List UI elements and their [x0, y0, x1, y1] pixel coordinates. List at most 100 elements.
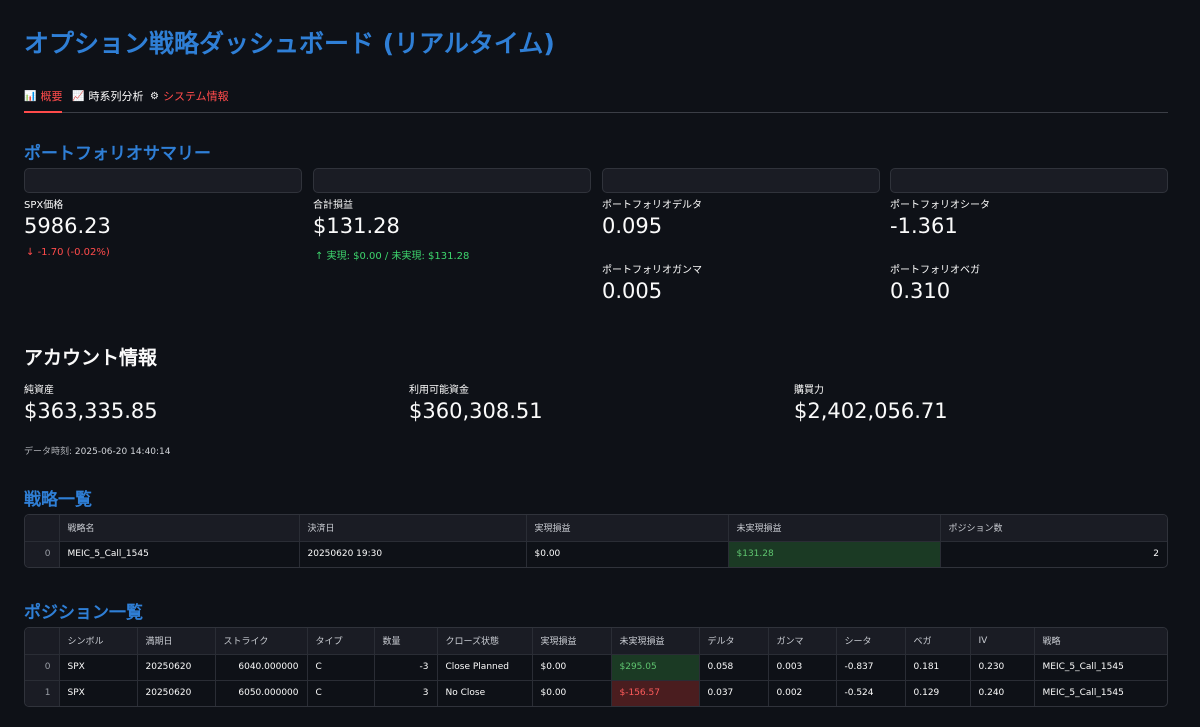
column-header[interactable]: ガンマ — [768, 628, 837, 655]
line-chart-icon: 📈 — [72, 90, 85, 102]
column-header[interactable]: シータ — [836, 628, 906, 655]
table-row[interactable]: 0 MEIC_5_Call_1545 20250620 19:30 $0.00 … — [25, 541, 1167, 567]
table-cell: 0.058 — [699, 654, 769, 681]
positions-table[interactable]: シンボル 満期日 ストライク タイプ 数量 クローズ状態 実現損益 未実現損益 … — [24, 627, 1168, 707]
table-cell: 0.240 — [970, 680, 1035, 706]
column-header[interactable]: タイプ — [307, 628, 375, 655]
row-index: 0 — [25, 654, 60, 681]
portfolio-theta-value: -1.361 — [890, 214, 958, 238]
portfolio-delta-label: ポートフォリオデルタ — [602, 200, 702, 211]
table-cell: 2 — [1153, 549, 1159, 560]
portfolio-gamma-label: ポートフォリオガンマ — [602, 265, 702, 276]
column-header[interactable]: クローズ状態 — [437, 628, 533, 655]
table-cell: No Close — [437, 680, 533, 706]
column-header[interactable]: 満期日 — [137, 628, 216, 655]
tab-system-info[interactable]: ⚙ システム情報 — [150, 88, 229, 104]
table-cell: 0.129 — [905, 680, 971, 706]
available-funds-label: 利用可能資金 — [409, 385, 469, 396]
table-cell: $0.00 — [526, 541, 729, 567]
tab-timeseries[interactable]: 📈 時系列分析 — [72, 88, 143, 104]
table-cell: 6050.000000 — [215, 680, 308, 706]
data-timestamp: データ時刻: 2025-06-20 14:40:14 — [24, 447, 171, 457]
column-header[interactable]: デルタ — [699, 628, 769, 655]
table-cell: MEIC_5_Call_1545 — [1042, 688, 1124, 699]
tab-label: 概要 — [40, 90, 63, 103]
portfolio-vega-label: ポートフォリオベガ — [890, 265, 980, 276]
gear-icon: ⚙ — [150, 90, 159, 102]
column-header[interactable]: IV — [970, 628, 1035, 655]
row-index: 1 — [25, 680, 60, 706]
bar-chart-icon: 📊 — [24, 90, 37, 102]
column-header[interactable] — [25, 515, 60, 542]
table-cell: 0.003 — [768, 654, 837, 681]
active-tab-indicator — [24, 111, 62, 113]
table-cell: $295.05 — [611, 654, 700, 681]
tab-bar: 📊 概要 📈 時系列分析 ⚙ システム情報 — [24, 82, 1168, 113]
table-cell: 20250620 — [137, 680, 216, 706]
spx-price-delta: ↓ -1.70 (-0.02%) — [26, 247, 110, 258]
column-header[interactable]: 戦略 — [1034, 628, 1167, 655]
buying-power-value: $2,402,056.71 — [794, 399, 948, 423]
portfolio-theta-label: ポートフォリオシータ — [890, 200, 990, 211]
table-cell: C — [307, 654, 375, 681]
net-assets-label: 純資産 — [24, 385, 54, 396]
table-cell: MEIC_5_Call_1545 — [59, 541, 300, 567]
tab-label: 時系列分析 — [88, 90, 144, 103]
portfolio-delta-value: 0.095 — [602, 214, 663, 238]
strategy-list-heading: 戦略一覧 — [24, 490, 92, 510]
spx-price-value: 5986.23 — [24, 214, 111, 238]
table-cell: C — [307, 680, 375, 706]
table-cell: 20250620 19:30 — [299, 541, 527, 567]
account-info-heading: アカウント情報 — [24, 347, 158, 369]
portfolio-gamma-value: 0.005 — [602, 279, 663, 303]
total-pnl-label: 合計損益 — [313, 200, 353, 211]
table-cell: Close Planned — [437, 654, 533, 681]
placeholder-box — [890, 168, 1168, 193]
placeholder-box — [602, 168, 880, 193]
page-title: オプション戦略ダッシュボード (リアルタイム) — [24, 29, 555, 58]
available-funds-value: $360,308.51 — [409, 399, 543, 423]
portfolio-summary-heading: ポートフォリオサマリー — [24, 144, 211, 164]
table-cell: 6040.000000 — [215, 654, 308, 681]
placeholder-box — [313, 168, 591, 193]
table-row[interactable]: 1 SPX 20250620 6050.000000 C 3 No Close … — [25, 680, 1167, 706]
placeholder-box — [24, 168, 302, 193]
column-header[interactable]: 未実現損益 — [728, 515, 941, 542]
table-cell: -0.837 — [836, 654, 906, 681]
portfolio-vega-value: 0.310 — [890, 279, 951, 303]
table-cell: 0.230 — [970, 654, 1035, 681]
table-cell: 0.037 — [699, 680, 769, 706]
total-pnl-delta: ↑ 実現: $0.00 / 未実現: $131.28 — [315, 251, 470, 262]
table-cell: SPX — [59, 654, 138, 681]
column-header[interactable]: シンボル — [59, 628, 138, 655]
column-header[interactable]: 実現損益 — [532, 628, 612, 655]
tab-overview[interactable]: 📊 概要 — [24, 88, 62, 104]
position-list-heading: ポジション一覧 — [24, 603, 143, 623]
column-header[interactable]: 決済日 — [299, 515, 527, 542]
table-cell: 0.181 — [905, 654, 971, 681]
column-header[interactable]: ベガ — [905, 628, 971, 655]
column-header[interactable]: ストライク — [215, 628, 308, 655]
spx-price-label: SPX価格 — [24, 200, 64, 211]
column-header[interactable]: 戦略名 — [59, 515, 300, 542]
table-cell: $131.28 — [728, 541, 941, 567]
arrow-down-icon: ↓ — [26, 247, 35, 258]
table-cell: -3 — [374, 654, 438, 681]
column-header[interactable] — [25, 628, 60, 655]
table-header-row: 戦略名 決済日 実現損益 未実現損益 ポジション数 — [25, 515, 1167, 542]
table-cell: MEIC_5_Call_1545 — [1034, 654, 1167, 681]
strategy-table[interactable]: 戦略名 決済日 実現損益 未実現損益 ポジション数 0 MEIC_5_Call_… — [24, 514, 1168, 568]
table-header-row: シンボル 満期日 ストライク タイプ 数量 クローズ状態 実現損益 未実現損益 … — [25, 628, 1167, 655]
table-cell: 3 — [374, 680, 438, 706]
column-header[interactable]: 未実現損益 — [611, 628, 700, 655]
table-cell: SPX — [59, 680, 138, 706]
table-row[interactable]: 0 SPX 20250620 6040.000000 C -3 Close Pl… — [25, 654, 1167, 681]
column-header[interactable]: ポジション数 — [940, 515, 1167, 542]
table-cell: 20250620 — [137, 654, 216, 681]
table-cell: $0.00 — [532, 680, 612, 706]
tab-label: システム情報 — [162, 90, 229, 103]
column-header[interactable]: 実現損益 — [526, 515, 729, 542]
net-assets-value: $363,335.85 — [24, 399, 158, 423]
column-header[interactable]: 数量 — [374, 628, 438, 655]
table-cell: $0.00 — [532, 654, 612, 681]
